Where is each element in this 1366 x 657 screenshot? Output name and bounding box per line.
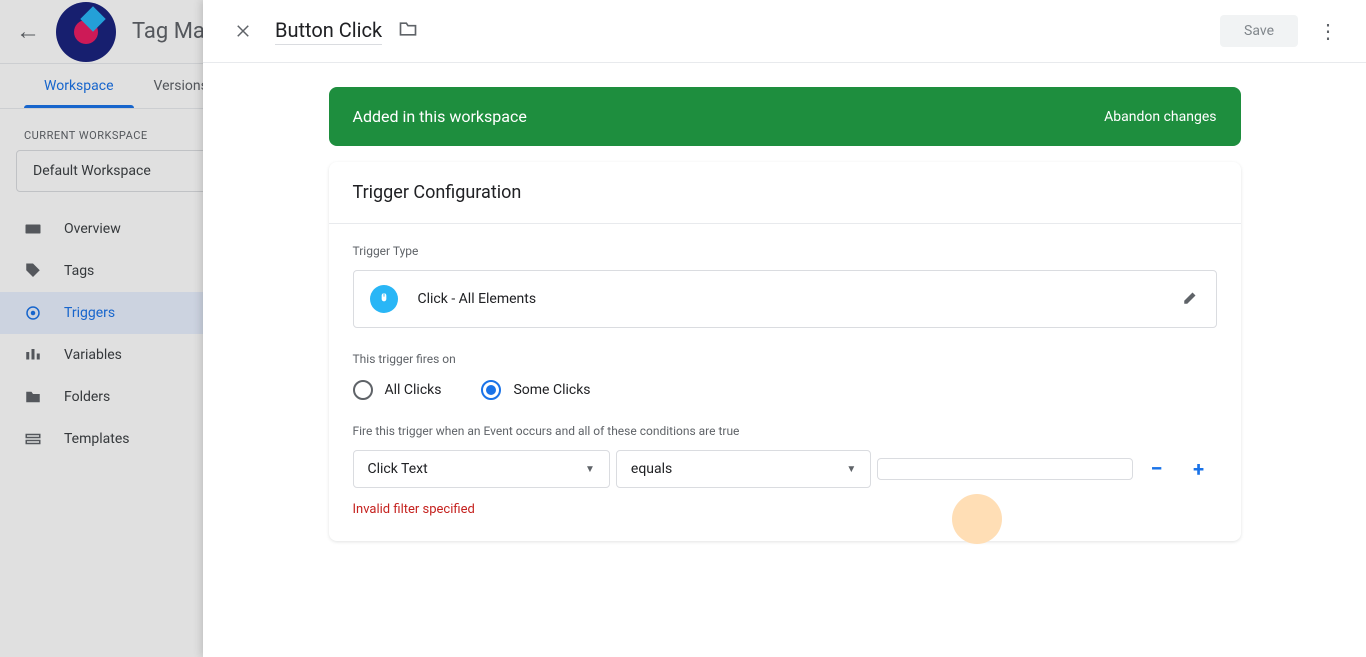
overview-icon [24,220,44,238]
tab-workspace-label: Workspace [44,78,114,94]
close-icon [234,22,252,40]
abandon-changes-button[interactable]: Abandon changes [1104,109,1216,125]
workspace-selected: Default Workspace [33,163,151,179]
trigger-icon [24,304,44,322]
filter-error-text: Invalid filter specified [353,502,1217,517]
card-title: Trigger Configuration [329,162,1241,224]
remove-filter-button[interactable]: − [1139,457,1175,482]
close-button[interactable] [223,11,263,51]
radio-all-clicks-label: All Clicks [385,382,442,398]
change-banner: Added in this workspace Abandon changes [329,87,1241,146]
more-menu-button[interactable]: ⋮ [1310,11,1346,51]
filter-operator-value: equals [631,461,672,477]
back-arrow-icon[interactable]: ← [16,17,40,46]
cursor-highlight [952,494,1002,544]
folder-icon[interactable] [398,19,418,43]
tab-versions-label: Versions [154,78,208,94]
tab-workspace[interactable]: Workspace [24,64,134,108]
nav-triggers-label: Triggers [64,305,115,321]
trigger-config-card: Trigger Configuration Trigger Type Click… [329,162,1241,541]
save-button-label: Save [1244,23,1274,39]
trigger-type-value: Click - All Elements [418,291,1182,307]
template-icon [24,430,44,448]
filter-operator-select[interactable]: equals ▼ [616,450,871,488]
chevron-down-icon: ▼ [585,464,595,475]
pencil-icon[interactable] [1182,288,1200,310]
nav-overview-label: Overview [64,221,121,237]
radio-all-clicks[interactable]: All Clicks [353,380,442,400]
radio-some-clicks[interactable]: Some Clicks [481,380,590,400]
nav-templates-label: Templates [64,431,130,447]
fires-on-label: This trigger fires on [353,352,1217,366]
filter-variable-value: Click Text [368,461,428,477]
radio-icon [353,380,373,400]
trigger-type-selector[interactable]: Click - All Elements [353,270,1217,328]
condition-label: Fire this trigger when an Event occurs a… [353,424,1217,438]
nav-variables-label: Variables [64,347,122,363]
save-button[interactable]: Save [1220,15,1298,47]
radio-icon-selected [481,380,501,400]
nav-folders-label: Folders [64,389,110,405]
variable-icon [24,346,44,364]
banner-text: Added in this workspace [353,107,527,126]
click-type-icon [370,285,398,313]
app-logo [56,2,116,62]
chevron-down-icon: ▼ [846,464,856,475]
more-vert-icon: ⋮ [1318,19,1338,43]
add-filter-button[interactable]: + [1181,457,1217,481]
tag-icon [24,262,44,280]
radio-some-clicks-label: Some Clicks [513,382,590,398]
nav-tags-label: Tags [64,263,94,279]
trigger-name-input[interactable]: Button Click [275,18,382,45]
filter-variable-select[interactable]: Click Text ▼ [353,450,610,488]
trigger-type-label: Trigger Type [353,244,1217,258]
filter-value-input[interactable] [877,458,1132,480]
folder-icon [24,388,44,406]
